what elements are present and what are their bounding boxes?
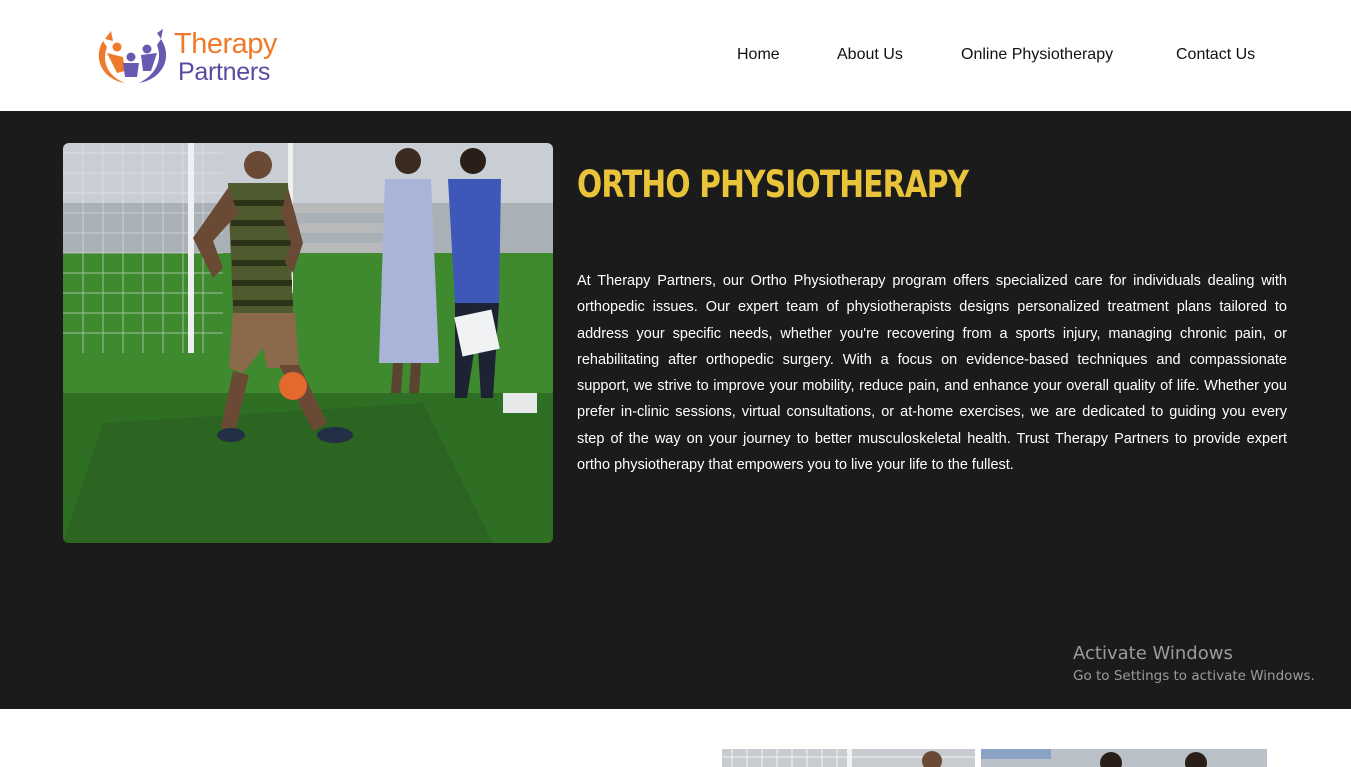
gallery-image-1 [722, 749, 975, 767]
logo[interactable]: Therapy Partners [95, 27, 295, 89]
ortho-physiotherapy-section: ORTHO PHYSIOTHERAPY At Therapy Partners,… [0, 111, 1351, 709]
logo-people-icon [98, 29, 167, 83]
next-section [0, 709, 1351, 767]
windows-activation-watermark: Activate Windows Go to Settings to activ… [1073, 642, 1315, 686]
logo-text-therapy: Therapy [174, 28, 277, 60]
site-header: Therapy Partners Home About Us Online Ph… [0, 0, 1351, 111]
watermark-title: Activate Windows [1073, 643, 1233, 664]
photo-illustration [63, 143, 553, 543]
page-title: ORTHO PHYSIOTHERAPY [577, 162, 969, 206]
nav-link-contact-us[interactable]: Contact Us [1176, 45, 1255, 65]
logo-text-partners: Partners [178, 58, 271, 86]
gallery-image-2 [981, 749, 1267, 767]
description-text: At Therapy Partners, our Ortho Physiothe… [577, 273, 1287, 474]
watermark-subtitle: Go to Settings to activate Windows. [1073, 668, 1315, 684]
nav-link-about-us[interactable]: About Us [837, 45, 903, 65]
nav-link-online-physiotherapy[interactable]: Online Physiotherapy [961, 45, 1113, 65]
therapy-session-photo [63, 143, 553, 543]
nav-link-home[interactable]: Home [737, 45, 780, 65]
